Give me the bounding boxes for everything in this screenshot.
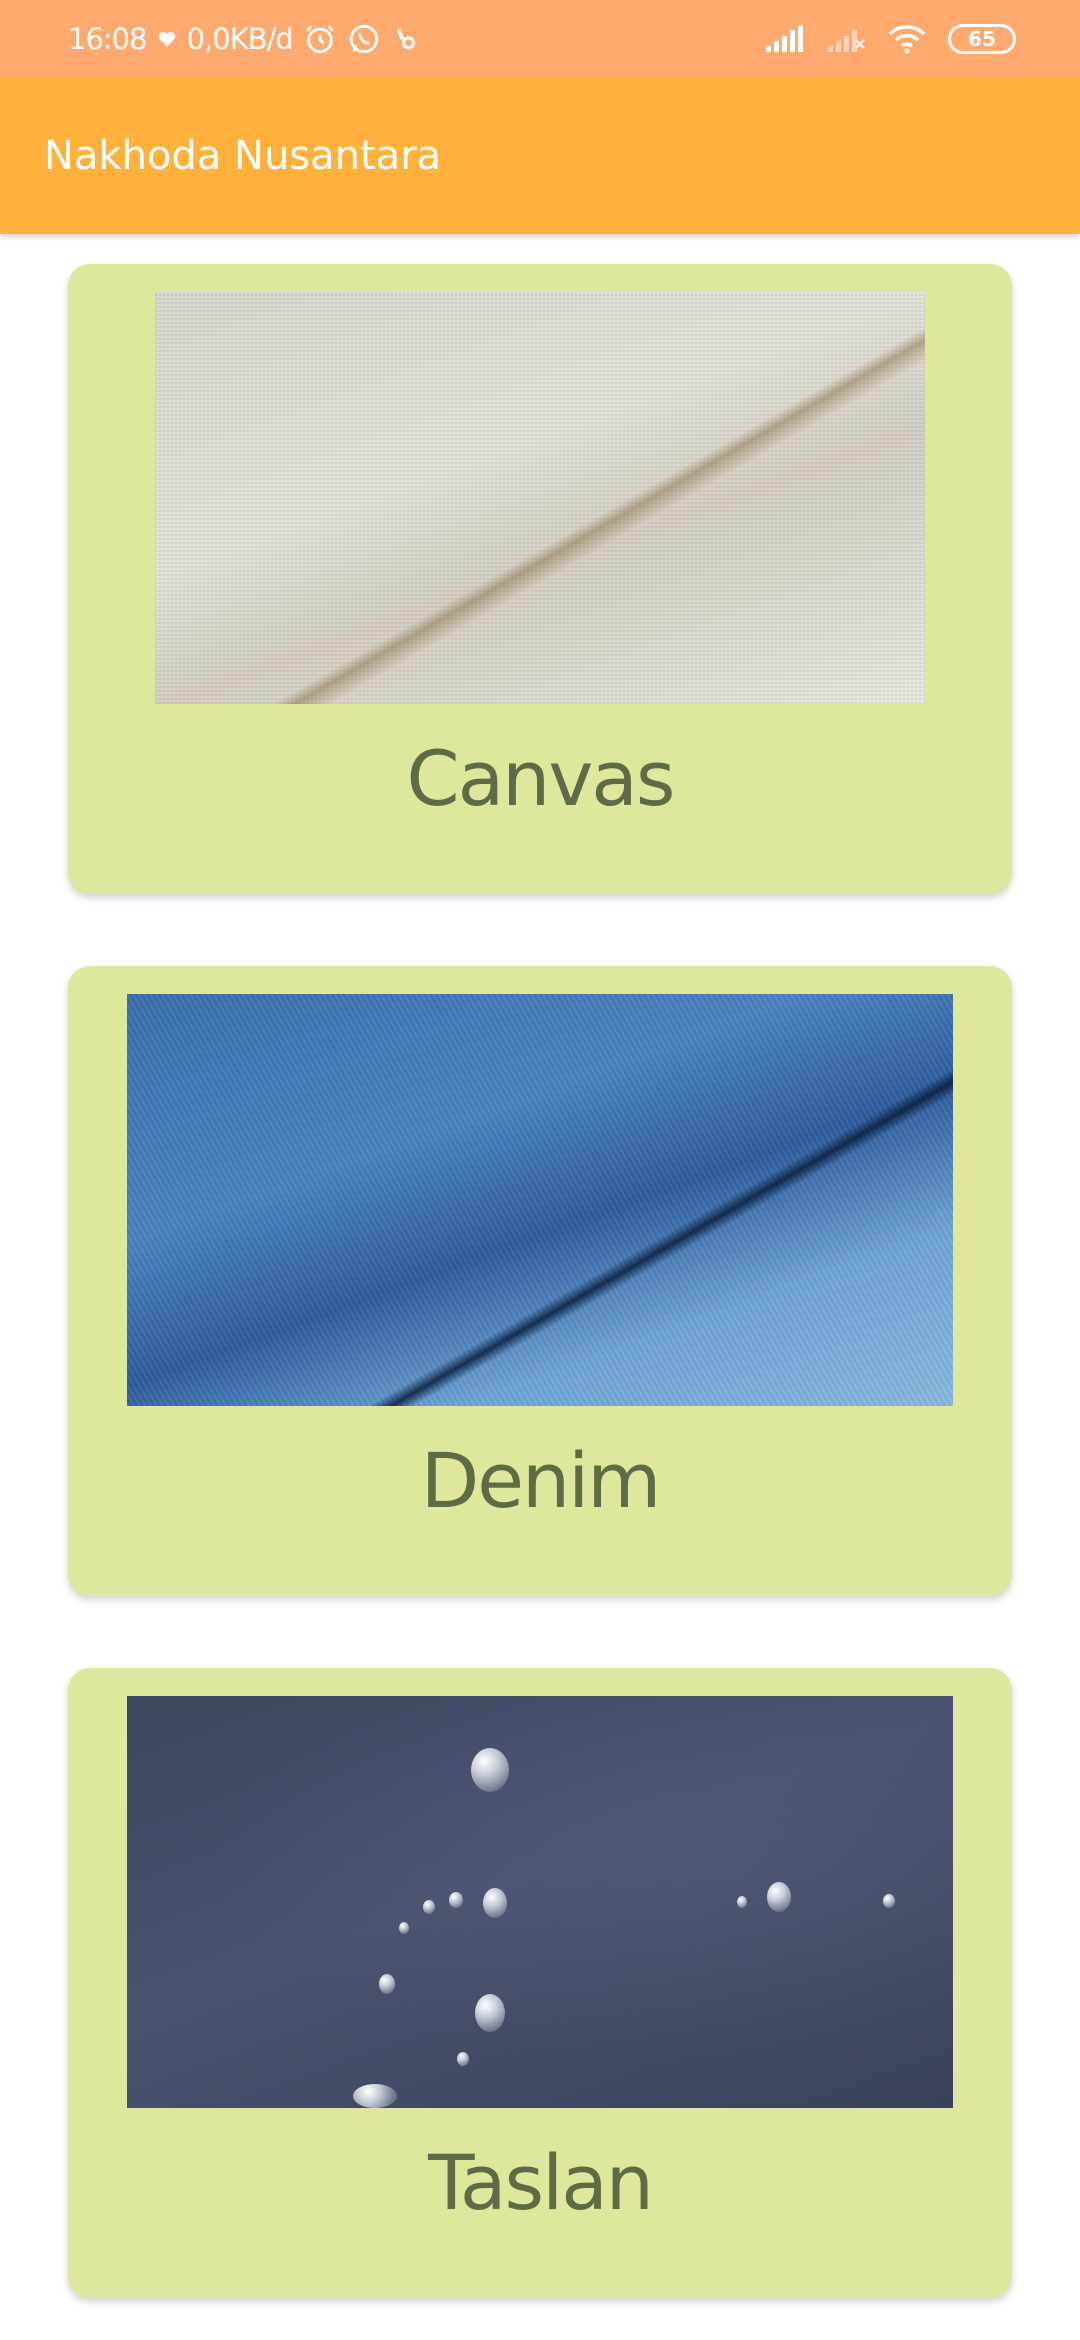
water-drop (379, 1974, 395, 1994)
denim-fabric-image (127, 994, 953, 1406)
canvas-fabric-image (155, 292, 925, 704)
wifi-icon (888, 24, 926, 54)
water-drop (457, 2052, 469, 2066)
status-time: 16:08 (68, 22, 148, 56)
fabric-card-taslan[interactable]: Taslan (68, 1668, 1012, 2298)
signal-icon (764, 24, 804, 54)
heart-icon (157, 29, 177, 49)
fabric-name: Canvas (406, 734, 676, 823)
app-bar: Nakhoda Nusantara (0, 78, 1080, 234)
status-bar: 16:08 0,0KB/d 65 (0, 0, 1080, 78)
water-drop (449, 1892, 463, 1908)
alarm-icon (303, 22, 337, 56)
fabric-name: Taslan (428, 2138, 654, 2227)
water-drop (399, 1922, 409, 1934)
water-drop (767, 1882, 791, 1912)
battery-level: 65 (968, 27, 996, 51)
water-drop (737, 1896, 747, 1908)
battery-icon: 65 (948, 24, 1016, 54)
whatsapp-icon (347, 22, 381, 56)
fabric-card-denim[interactable]: Denim (68, 966, 1012, 1596)
water-drop (353, 2084, 397, 2108)
water-drop (475, 1994, 505, 2032)
water-drop (471, 1748, 509, 1792)
signal-off-icon (826, 24, 866, 54)
app-title: Nakhoda Nusantara (44, 133, 442, 179)
fabric-name: Denim (420, 1436, 662, 1525)
status-left: 16:08 0,0KB/d (68, 0, 421, 78)
water-drop (883, 1894, 895, 1908)
notification-icon (391, 24, 421, 54)
water-drop (483, 1888, 507, 1918)
taslan-fabric-photo (127, 1696, 953, 2108)
status-right: 65 (764, 0, 1016, 78)
status-data-rate: 0,0KB/d (186, 22, 294, 56)
water-drop (423, 1900, 435, 1914)
taslan-fabric-image (127, 1696, 953, 2108)
denim-fabric-photo (127, 994, 953, 1406)
canvas-fabric-photo (155, 292, 925, 704)
fabric-card-canvas[interactable]: Canvas (68, 264, 1012, 894)
